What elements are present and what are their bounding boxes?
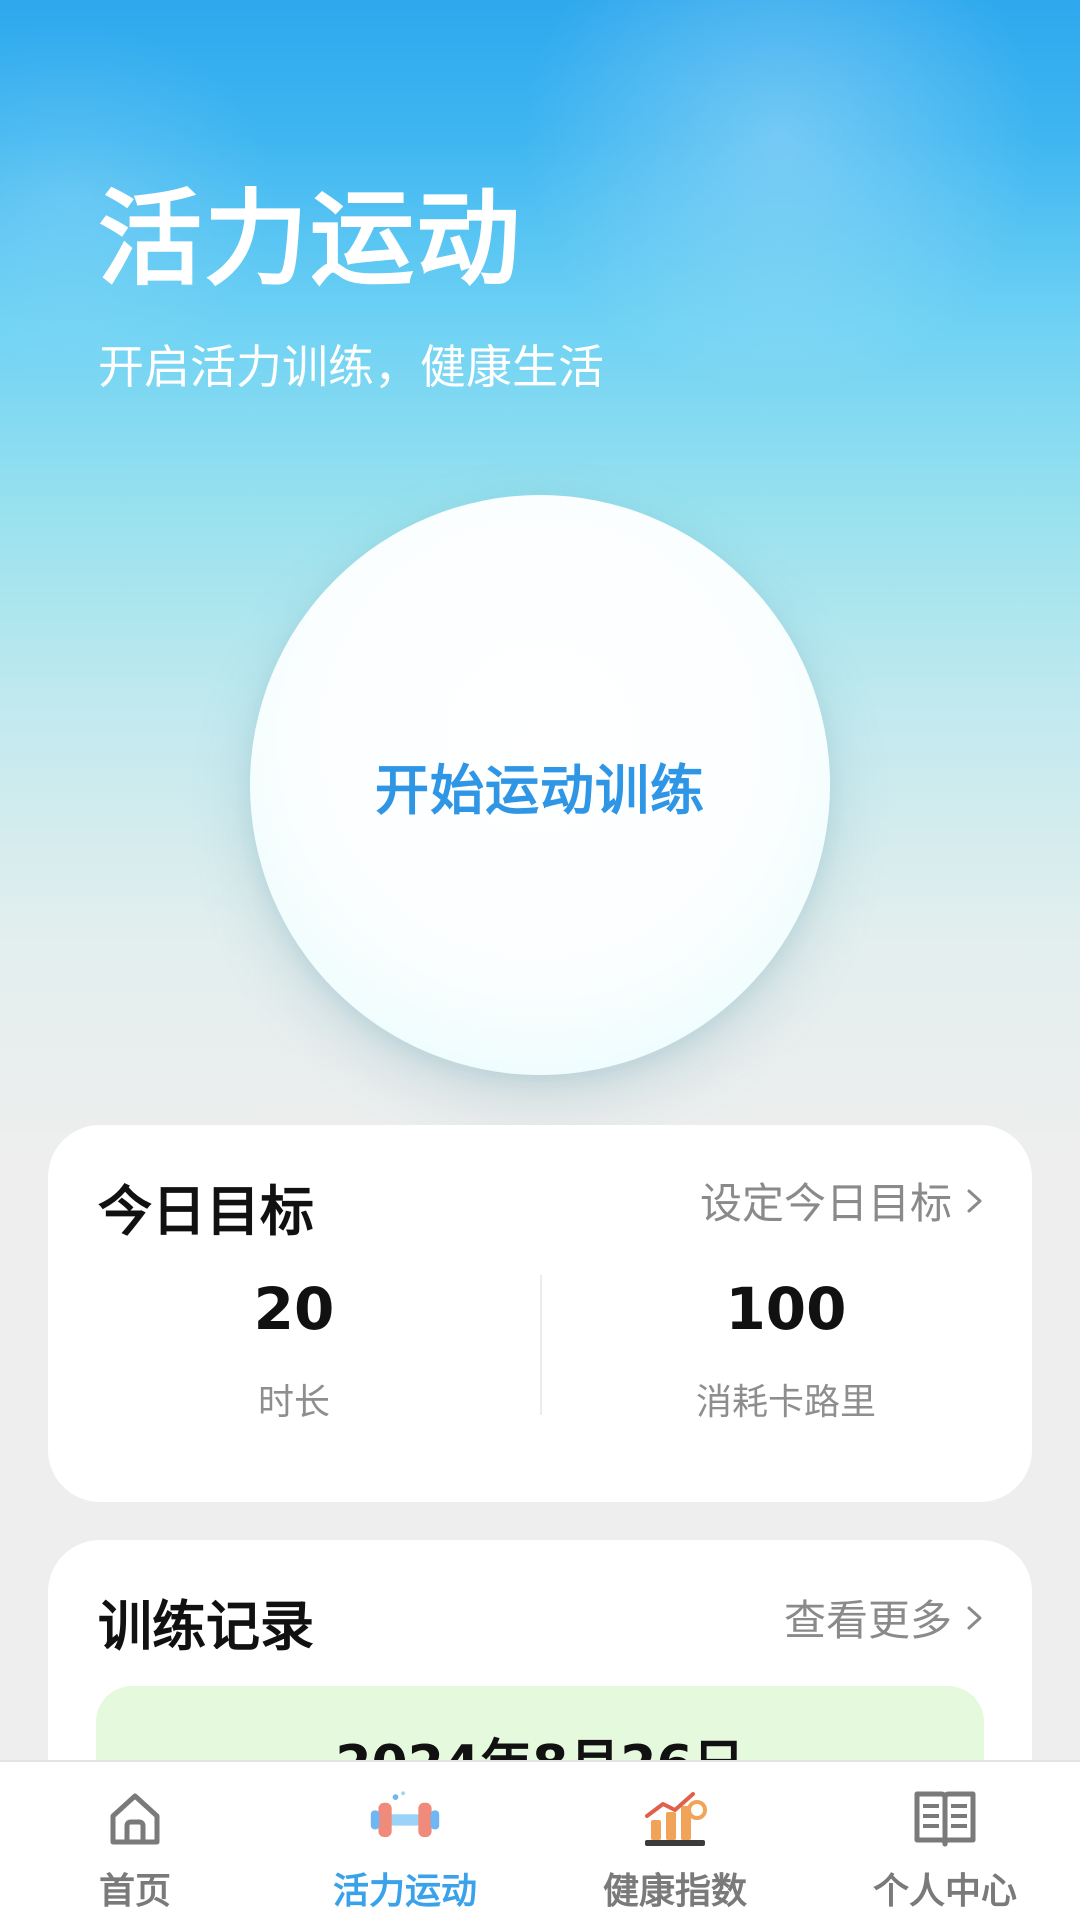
duration-label: 时长 — [257, 1381, 330, 1423]
tab-profile[interactable]: 个人中心 — [810, 1762, 1080, 1920]
calories-value: 100 — [725, 1275, 847, 1343]
chevron-right-icon — [967, 1606, 982, 1629]
tab-home-label: 首页 — [98, 1871, 171, 1912]
home-icon — [97, 1780, 173, 1856]
book-icon — [907, 1780, 983, 1856]
today-goal-card: 今日目标 设定今日目标 20 时长 100 消耗卡路里 — [48, 1125, 1032, 1502]
tab-fitness[interactable]: 活力运动 — [270, 1762, 540, 1920]
calories-stat: 100 消耗卡路里 — [566, 1275, 1006, 1425]
calories-label: 消耗卡路里 — [695, 1381, 876, 1423]
goal-card-title: 今日目标 — [98, 1180, 314, 1243]
page-title: 活力运动 — [98, 178, 523, 300]
set-goal-label: 设定今日目标 — [699, 1179, 952, 1228]
tab-home[interactable]: 首页 — [0, 1762, 270, 1920]
tab-fitness-label: 活力运动 — [332, 1871, 477, 1912]
stat-divider — [540, 1275, 542, 1415]
tab-profile-label: 个人中心 — [872, 1871, 1017, 1912]
duration-value: 20 — [253, 1275, 335, 1343]
set-goal-link[interactable]: 设定今日目标 — [700, 1170, 988, 1231]
view-more-link[interactable]: 查看更多 — [784, 1587, 988, 1648]
start-training-label: 开始运动训练 — [375, 758, 705, 822]
chart-icon — [637, 1780, 713, 1856]
start-training-button[interactable]: 开始运动训练 — [250, 495, 830, 1075]
hero-sheen — [434, 0, 1080, 486]
record-card-title: 训练记录 — [98, 1595, 314, 1658]
view-more-label: 查看更多 — [783, 1596, 952, 1645]
dumbbell-icon — [367, 1780, 443, 1856]
tab-health-index-label: 健康指数 — [602, 1871, 747, 1912]
bottom-tab-bar: 首页 活力运动 健康指数 个人中心 — [0, 1760, 1080, 1920]
tab-health-index[interactable]: 健康指数 — [540, 1762, 810, 1920]
page-subtitle: 开启活力训练，健康生活 — [98, 340, 604, 394]
chevron-right-icon — [967, 1189, 982, 1212]
duration-stat: 20 时长 — [74, 1275, 514, 1425]
